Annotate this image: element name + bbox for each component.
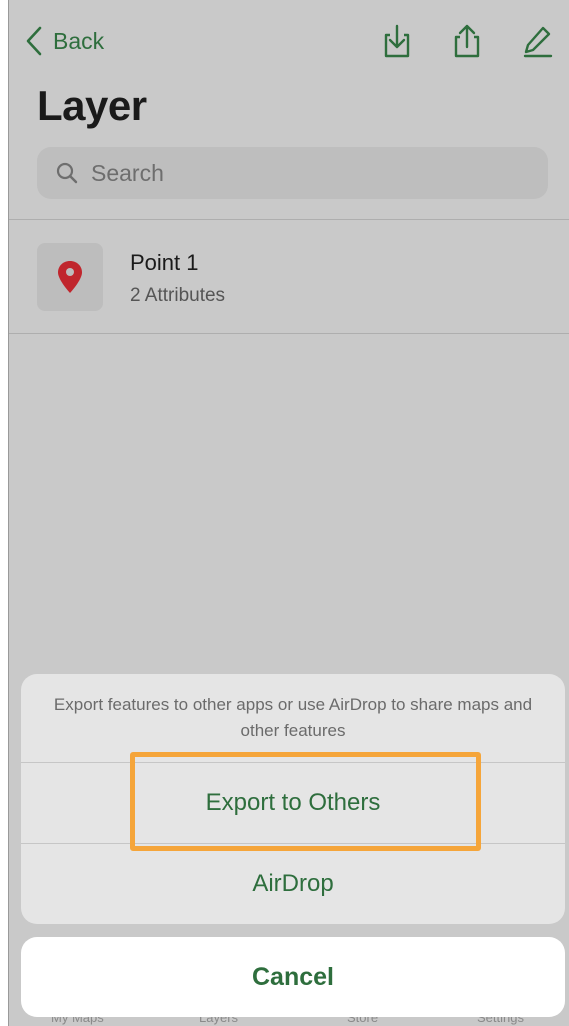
share-icon: [454, 24, 480, 58]
back-label: Back: [53, 27, 105, 54]
back-button[interactable]: Back: [25, 24, 104, 58]
item-title: Point 1: [130, 250, 199, 275]
edit-icon: [523, 26, 553, 58]
export-to-others-button[interactable]: Export to Others: [21, 763, 565, 843]
search-icon: [56, 162, 78, 184]
import-button[interactable]: [380, 22, 414, 60]
item-thumbnail: [37, 243, 103, 311]
chevron-left-icon: [26, 26, 42, 56]
action-sheet: Export features to other apps or use Air…: [21, 674, 565, 924]
app-screen: Back Layer Search Point 1 2 Attributes M…: [8, 0, 569, 1026]
airdrop-button[interactable]: AirDrop: [21, 844, 565, 924]
page-title: Layer: [37, 82, 147, 129]
search-placeholder: Search: [91, 159, 164, 186]
item-subtitle: 2 Attributes: [130, 285, 226, 306]
import-icon: [384, 24, 410, 58]
divider: [9, 333, 569, 334]
share-button[interactable]: [450, 22, 484, 60]
map-pin-icon: [58, 261, 82, 293]
search-bar[interactable]: Search: [37, 147, 548, 199]
cancel-button[interactable]: Cancel: [21, 937, 565, 1017]
list-item[interactable]: Point 1 2 Attributes: [9, 221, 569, 333]
action-sheet-message: Export features to other apps or use Air…: [53, 695, 533, 740]
edit-button[interactable]: [521, 22, 555, 60]
divider: [9, 219, 569, 220]
